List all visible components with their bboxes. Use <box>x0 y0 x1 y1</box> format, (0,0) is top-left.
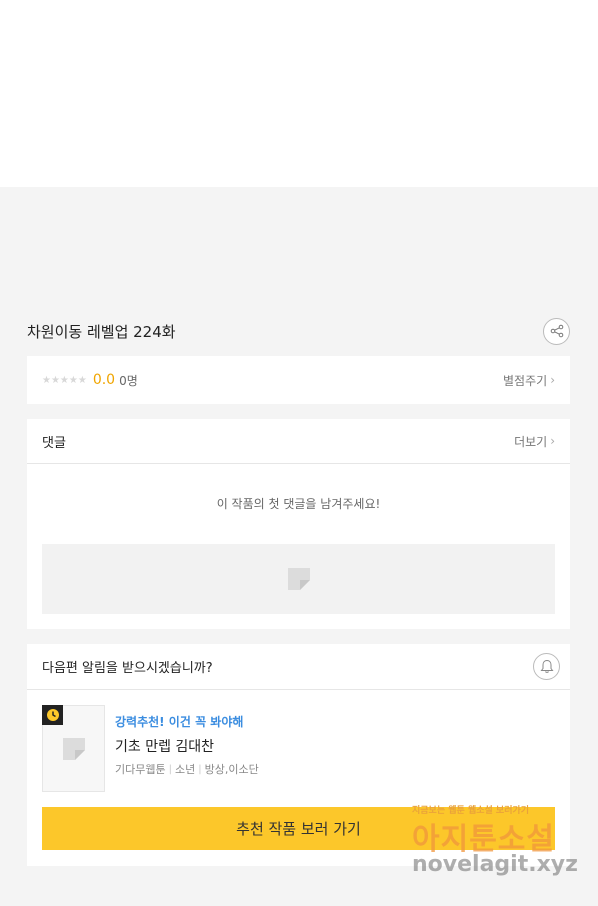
meta-divider: | <box>198 763 202 775</box>
episode-title-row: 차원이동 레벨업 224화 <box>27 316 570 346</box>
top-blank-area <box>0 0 598 187</box>
rating-count: 0명 <box>119 373 138 388</box>
chevron-right-icon: › <box>550 373 555 387</box>
episode-title: 차원이동 레벨업 224화 <box>27 322 176 341</box>
rating-stars: ★★★★★ <box>42 374 87 386</box>
alarm-bell-button[interactable] <box>533 653 560 680</box>
image-placeholder-icon <box>62 737 85 760</box>
share-icon <box>550 324 563 338</box>
site-watermark: 지금보는 웹툰 웹소설 보러가기 아지툰소설 novelagit.xyz <box>412 803 582 888</box>
meta-divider: | <box>168 763 172 775</box>
comment-title: 댓글 <box>42 435 66 451</box>
comment-empty-message: 이 작품의 첫 댓글을 남겨주세요! <box>216 497 381 511</box>
alarm-header: 다음편 알림을 받으시겠습니까? <box>27 644 570 690</box>
comment-more-label: 더보기 <box>514 434 548 449</box>
watermark-url: novelagit.xyz <box>412 852 578 877</box>
rate-button[interactable]: 별점주기 › <box>503 372 555 389</box>
rating-summary: ★★★★★ 0.0 0명 <box>42 372 138 389</box>
clock-icon <box>46 709 59 721</box>
recommendation-thumbnail[interactable] <box>42 705 105 792</box>
wait-free-badge <box>42 705 63 725</box>
recommendation-tag: 강력추천! 이건 꼭 봐야해 <box>115 715 244 729</box>
rate-button-label: 별점주기 <box>503 373 548 388</box>
comment-card: 댓글 더보기 › 이 작품의 첫 댓글을 남겨주세요! <box>27 419 570 629</box>
recommendation-item[interactable]: 강력추천! 이건 꼭 봐야해 기초 만렙 김대찬 기다무웹툰 | 소년 | 방상… <box>42 705 259 792</box>
recommendation-meta: 기다무웹툰 | 소년 | 방상,이소단 <box>115 761 259 777</box>
recommendation-info: 강력추천! 이건 꼭 봐야해 기초 만렙 김대찬 기다무웹툰 | 소년 | 방상… <box>115 705 259 792</box>
recommendation-title[interactable]: 기초 만렙 김대찬 <box>115 736 259 756</box>
meta-genre: 소년 <box>174 763 196 776</box>
meta-authors: 방상,이소단 <box>204 763 259 776</box>
image-placeholder-icon <box>287 568 310 590</box>
meta-category: 기다무웹툰 <box>115 763 166 776</box>
rating-score: 0.0 <box>92 372 116 388</box>
bell-icon <box>540 659 553 673</box>
ad-placeholder[interactable] <box>42 544 555 614</box>
comment-more-button[interactable]: 더보기 › <box>514 433 555 450</box>
alarm-question: 다음편 알림을 받으시겠습니까? <box>42 661 213 676</box>
rating-card: ★★★★★ 0.0 0명 별점주기 › <box>27 356 570 404</box>
chevron-right-icon: › <box>550 434 555 448</box>
share-button[interactable] <box>543 317 570 345</box>
comment-header: 댓글 더보기 › <box>27 419 570 464</box>
